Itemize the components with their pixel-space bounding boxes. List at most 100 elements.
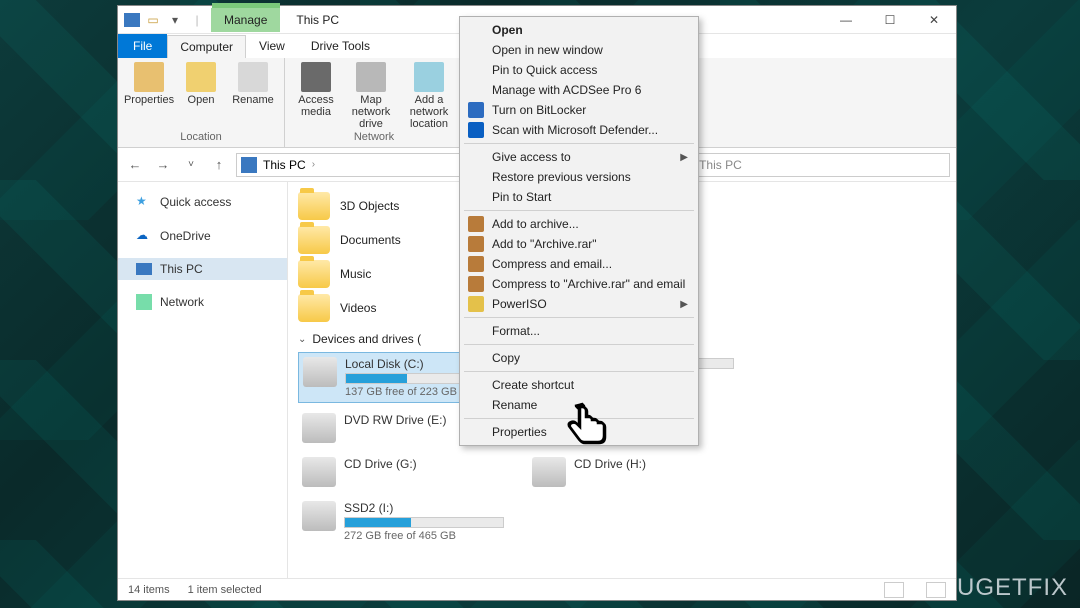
tab-view[interactable]: View [246, 34, 298, 58]
context-item-label: Open [492, 23, 523, 37]
context-item[interactable]: PowerISO▶ [462, 294, 696, 314]
context-item[interactable]: Add to archive... [462, 214, 696, 234]
minimize-button[interactable]: — [824, 6, 868, 34]
context-item-label: Format... [492, 324, 540, 338]
drive-item[interactable]: SSD2 (I:) 272 GB free of 465 GB [298, 497, 508, 546]
sidebar-item-this-pc[interactable]: This PC [118, 258, 287, 280]
sidebar-item-label: Network [160, 295, 204, 309]
nav-forward-button[interactable]: → [152, 154, 174, 176]
context-item-label: Add to archive... [492, 217, 579, 231]
maximize-button[interactable]: ☐ [868, 6, 912, 34]
context-item-label: Copy [492, 351, 520, 365]
context-item-label: Restore previous versions [492, 170, 631, 184]
context-separator [464, 210, 694, 211]
drive-item[interactable]: CD Drive (G:) [298, 453, 508, 491]
context-separator [464, 371, 694, 372]
drive-free-text: 272 GB free of 465 GB [344, 530, 504, 542]
context-item[interactable]: Rename [462, 395, 696, 415]
context-item[interactable]: Pin to Quick access [462, 60, 696, 80]
submenu-arrow-icon: ▶ [680, 152, 688, 163]
sidebar-item-onedrive[interactable]: ☁ OneDrive [118, 224, 287, 248]
tab-drive-tools[interactable]: Drive Tools [298, 34, 383, 58]
context-item-label: Rename [492, 398, 537, 412]
qat-properties-icon[interactable]: ▾ [166, 11, 184, 29]
context-item[interactable]: Compress and email... [462, 254, 696, 274]
context-item-label: Create shortcut [492, 378, 574, 392]
properties-icon [134, 62, 164, 92]
folder-icon [298, 294, 330, 322]
context-item[interactable]: Copy [462, 348, 696, 368]
status-item-count: 14 items [128, 584, 170, 596]
drive-item[interactable]: CD Drive (H:) [528, 453, 738, 491]
ribbon-group-network: Access media Map network drive Add a net… [285, 58, 464, 147]
ribbon-add-network-button[interactable]: Add a network location [403, 62, 455, 130]
map-drive-icon [356, 62, 386, 92]
cloud-icon: ☁ [136, 228, 152, 244]
sidebar-item-label: This PC [160, 262, 203, 276]
ribbon-rename-button[interactable]: Rename [230, 62, 276, 106]
context-item-label: Open in new window [492, 43, 603, 57]
sidebar-item-label: OneDrive [160, 229, 211, 243]
ribbon-map-network-button[interactable]: Map network drive [345, 62, 397, 130]
context-item[interactable]: Properties [462, 422, 696, 442]
pc-icon [241, 157, 257, 173]
ribbon-group-label-location: Location [126, 131, 276, 143]
tab-file[interactable]: File [118, 34, 167, 58]
nav-sidebar: ★ Quick access ☁ OneDrive This PC Networ… [118, 182, 288, 578]
folder-icon [298, 226, 330, 254]
status-bar: 14 items 1 item selected [118, 578, 956, 600]
drive-icon [532, 457, 566, 487]
context-item-icon [468, 296, 484, 312]
context-item[interactable]: Compress to "Archive.rar" and email [462, 274, 696, 294]
folder-icon [298, 260, 330, 288]
context-item-label: Give access to [492, 150, 571, 164]
nav-back-button[interactable]: ← [124, 154, 146, 176]
context-item-label: Scan with Microsoft Defender... [492, 123, 658, 137]
star-icon: ★ [136, 194, 152, 210]
context-item-label: Turn on BitLocker [492, 103, 586, 117]
context-item[interactable]: Turn on BitLocker [462, 100, 696, 120]
drive-capacity-bar [344, 517, 504, 528]
nav-up-button[interactable]: ↑ [208, 154, 230, 176]
context-item[interactable]: Scan with Microsoft Defender... [462, 120, 696, 140]
context-separator [464, 344, 694, 345]
ribbon-group-location: Properties Open Rename Location [118, 58, 285, 147]
tab-computer[interactable]: Computer [167, 35, 246, 58]
media-icon [301, 62, 331, 92]
context-separator [464, 317, 694, 318]
ribbon-access-media-button[interactable]: Access media [293, 62, 339, 130]
context-item[interactable]: Format... [462, 321, 696, 341]
context-item[interactable]: Pin to Start [462, 187, 696, 207]
context-item-icon [468, 122, 484, 138]
context-item-label: Compress to "Archive.rar" and email [492, 277, 685, 291]
sidebar-item-network[interactable]: Network [118, 290, 287, 314]
close-button[interactable]: ✕ [912, 6, 956, 34]
view-large-icons-button[interactable] [926, 582, 946, 598]
ribbon-open-button[interactable]: Open [178, 62, 224, 106]
context-separator [464, 418, 694, 419]
folder-label: Videos [340, 301, 376, 315]
context-item-icon [468, 102, 484, 118]
add-location-icon [414, 62, 444, 92]
context-menu: Open Open in new window Pin to Quick acces… [459, 16, 699, 446]
context-item[interactable]: Open in new window [462, 40, 696, 60]
status-selection: 1 item selected [188, 584, 262, 596]
contextual-tab-manage[interactable]: Manage [211, 8, 280, 32]
view-details-button[interactable] [884, 582, 904, 598]
crumb-chevron-icon[interactable]: › [312, 159, 315, 170]
context-item[interactable]: Restore previous versions [462, 167, 696, 187]
rename-icon [238, 62, 268, 92]
sidebar-item-quick-access[interactable]: ★ Quick access [118, 190, 287, 214]
qat-new-folder-icon[interactable]: ▭ [144, 11, 162, 29]
ribbon-properties-button[interactable]: Properties [126, 62, 172, 106]
network-icon [136, 294, 152, 310]
context-item[interactable]: Create shortcut [462, 375, 696, 395]
context-item[interactable]: Give access to ▶ [462, 147, 696, 167]
context-item[interactable]: Manage with ACDSee Pro 6 [462, 80, 696, 100]
submenu-arrow-icon: ▶ [680, 299, 688, 310]
drive-label: SSD2 (I:) [344, 501, 504, 515]
context-item[interactable]: Open [462, 20, 696, 40]
nav-recent-dropdown[interactable]: ˅ [180, 154, 202, 176]
address-crumb[interactable]: This PC [263, 158, 306, 172]
context-item[interactable]: Add to "Archive.rar" [462, 234, 696, 254]
